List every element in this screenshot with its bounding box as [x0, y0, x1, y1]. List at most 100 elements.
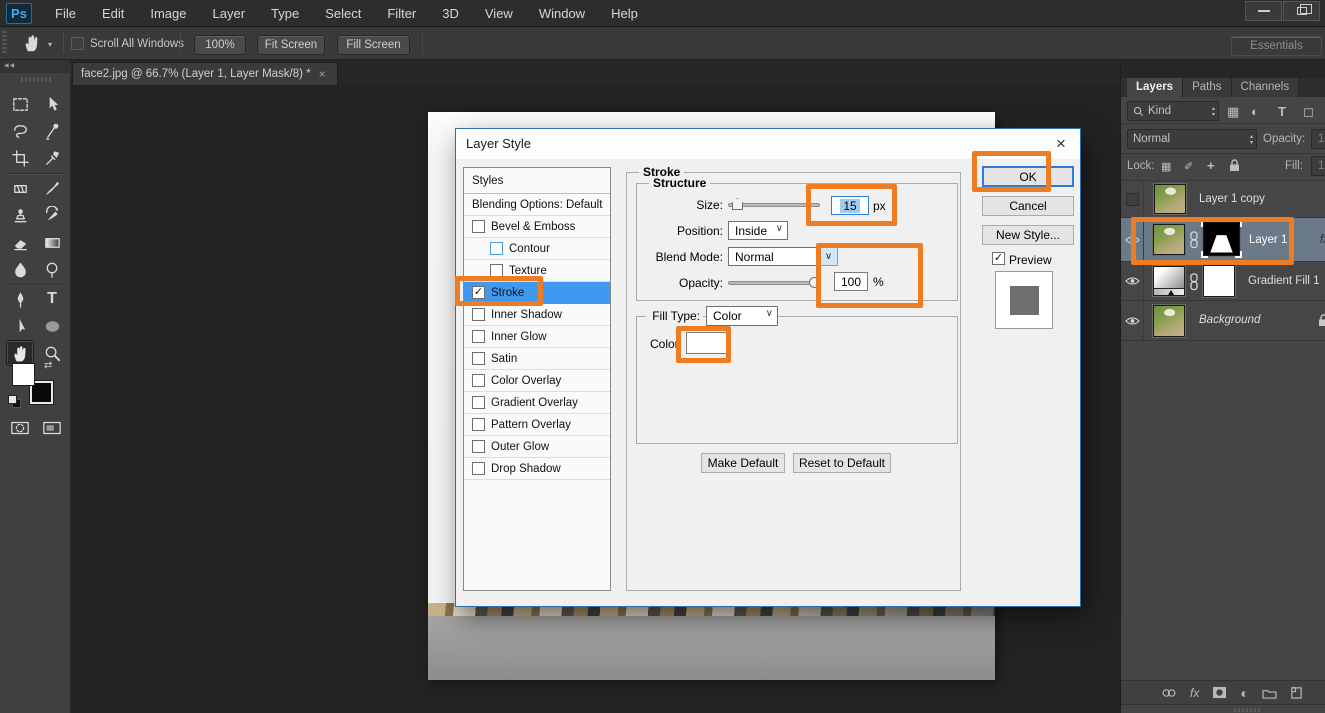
gradient-overlay-checkbox[interactable]	[472, 396, 485, 409]
fill-screen-button[interactable]: Fill Screen	[337, 35, 410, 55]
minimize-button[interactable]	[1245, 1, 1282, 21]
reset-to-default-button[interactable]: Reset to Default	[793, 453, 891, 473]
swap-colors-icon[interactable]: ⇄	[44, 360, 52, 371]
foreground-color-swatch[interactable]	[12, 363, 35, 386]
lock-position-icon[interactable]: +	[1207, 158, 1215, 173]
gradient-mask-thumbnail[interactable]	[1203, 265, 1235, 297]
link-layers-icon[interactable]	[1161, 687, 1177, 699]
collapse-panel-icon[interactable]: ◀◀	[0, 60, 71, 73]
layer-name[interactable]: Gradient Fill 1	[1248, 275, 1320, 287]
quick-mask-mode-button[interactable]	[6, 415, 34, 441]
layer-row-layer1-copy[interactable]: Layer 1 copy	[1121, 181, 1325, 218]
menu-type[interactable]: Type	[258, 0, 312, 27]
path-selection-tool[interactable]	[6, 313, 34, 339]
blur-tool[interactable]	[6, 256, 34, 282]
filter-adjustment-layers-icon[interactable]: ◐	[1251, 104, 1259, 119]
history-brush-tool[interactable]	[38, 202, 66, 228]
style-item-gradient-overlay[interactable]: Gradient Overlay	[464, 392, 610, 414]
dock-resize-grip[interactable]	[1234, 708, 1260, 712]
menu-image[interactable]: Image	[137, 0, 199, 27]
tool-preset-caret-icon[interactable]: ▾	[48, 40, 52, 49]
eye-icon[interactable]	[1125, 316, 1140, 326]
quick-selection-tool[interactable]	[38, 118, 66, 144]
menu-layer[interactable]: Layer	[200, 0, 259, 27]
tab-channels[interactable]: Channels	[1232, 78, 1300, 97]
lock-paint-icon[interactable]: ✐	[1184, 160, 1193, 173]
new-style-button[interactable]: New Style...	[982, 225, 1074, 245]
new-layer-icon[interactable]	[1290, 686, 1303, 699]
move-tool[interactable]	[38, 91, 66, 117]
menu-edit[interactable]: Edit	[89, 0, 137, 27]
opacity-slider-track[interactable]	[728, 281, 816, 285]
menu-view[interactable]: View	[472, 0, 526, 27]
style-item-satin[interactable]: Satin	[464, 348, 610, 370]
contour-checkbox[interactable]	[490, 242, 503, 255]
new-group-icon[interactable]	[1262, 687, 1277, 699]
mask-link-icon[interactable]	[1188, 273, 1200, 291]
preview-checkbox[interactable]: ✓	[992, 252, 1005, 265]
blend-mode-dropdown[interactable]: Normal	[728, 247, 820, 266]
gradient-tool[interactable]	[38, 229, 66, 255]
bevel-emboss-checkbox[interactable]	[472, 220, 485, 233]
style-item-pattern-overlay[interactable]: Pattern Overlay	[464, 414, 610, 436]
filter-pixel-layers-icon[interactable]: ▦	[1227, 104, 1239, 120]
tab-layers[interactable]: Layers	[1127, 78, 1183, 97]
eraser-tool[interactable]	[6, 229, 34, 255]
eye-icon[interactable]	[1125, 276, 1140, 286]
filter-shape-layers-icon[interactable]: ◻	[1303, 104, 1314, 120]
rectangular-marquee-tool[interactable]	[6, 91, 34, 117]
add-adjustment-layer-icon[interactable]: ◐	[1240, 685, 1248, 701]
menu-3d[interactable]: 3D	[429, 0, 472, 27]
add-layer-mask-icon[interactable]	[1212, 686, 1227, 699]
menu-filter[interactable]: Filter	[374, 0, 429, 27]
layer-blend-mode-dropdown[interactable]: Normal ▴▾	[1127, 129, 1257, 149]
style-item-contour[interactable]: Contour	[464, 238, 610, 260]
layer-name[interactable]: Layer 1 copy	[1199, 193, 1265, 205]
layer-thumbnail[interactable]	[1153, 305, 1185, 337]
default-colors-icon[interactable]	[8, 395, 20, 407]
tab-paths[interactable]: Paths	[1183, 78, 1231, 97]
type-tool[interactable]: T	[38, 286, 66, 312]
tools-panel-grip[interactable]	[21, 77, 51, 82]
document-tab[interactable]: face2.jpg @ 66.7% (Layer 1, Layer Mask/8…	[72, 62, 338, 85]
style-item-inner-glow[interactable]: Inner Glow	[464, 326, 610, 348]
dialog-close-icon[interactable]: ×	[1050, 133, 1072, 155]
layer-name[interactable]: Background	[1199, 314, 1260, 326]
menu-help[interactable]: Help	[598, 0, 651, 27]
inner-shadow-checkbox[interactable]	[472, 308, 485, 321]
pattern-overlay-checkbox[interactable]	[472, 418, 485, 431]
fill-type-dropdown[interactable]: Color ∨	[706, 306, 778, 326]
color-overlay-checkbox[interactable]	[472, 374, 485, 387]
layer-row-background[interactable]: Background	[1121, 301, 1325, 341]
layer-opacity-value[interactable]: 100	[1311, 129, 1325, 149]
blending-options-item[interactable]: Blending Options: Default	[464, 194, 610, 216]
style-item-color-overlay[interactable]: Color Overlay	[464, 370, 610, 392]
screen-mode-button[interactable]	[38, 415, 66, 441]
crop-tool[interactable]	[6, 145, 34, 171]
visibility-cell[interactable]	[1121, 181, 1144, 217]
inner-glow-checkbox[interactable]	[472, 330, 485, 343]
menu-file[interactable]: File	[42, 0, 89, 27]
ellipse-shape-tool[interactable]	[38, 313, 66, 339]
filter-kind-dropdown[interactable]: Kind ▴▾	[1127, 101, 1219, 121]
lock-transparency-icon[interactable]: ▦	[1161, 160, 1171, 173]
outer-glow-checkbox[interactable]	[472, 440, 485, 453]
layer-thumbnail[interactable]	[1154, 184, 1186, 214]
menu-select[interactable]: Select	[312, 0, 374, 27]
hidden-eye-well[interactable]	[1126, 193, 1139, 206]
fit-screen-button[interactable]: Fit Screen	[257, 35, 325, 55]
style-item-inner-shadow[interactable]: Inner Shadow	[464, 304, 610, 326]
eyedropper-tool[interactable]	[38, 145, 66, 171]
restore-button[interactable]	[1283, 1, 1320, 21]
current-tool-hand-icon[interactable]	[22, 33, 46, 55]
gradient-fill-thumbnail[interactable]	[1153, 266, 1185, 296]
document-tab-close-icon[interactable]: ×	[319, 67, 326, 81]
lock-all-icon[interactable]	[1229, 159, 1240, 172]
scroll-all-windows-checkbox[interactable]	[71, 37, 84, 50]
filter-type-layers-icon[interactable]: T	[1278, 104, 1286, 119]
healing-brush-tool[interactable]	[6, 175, 34, 201]
style-item-bevel-emboss[interactable]: Bevel & Emboss	[464, 216, 610, 238]
workspace-selector[interactable]: Essentials	[1231, 36, 1322, 56]
dodge-tool[interactable]	[38, 256, 66, 282]
visibility-cell[interactable]	[1121, 262, 1144, 300]
